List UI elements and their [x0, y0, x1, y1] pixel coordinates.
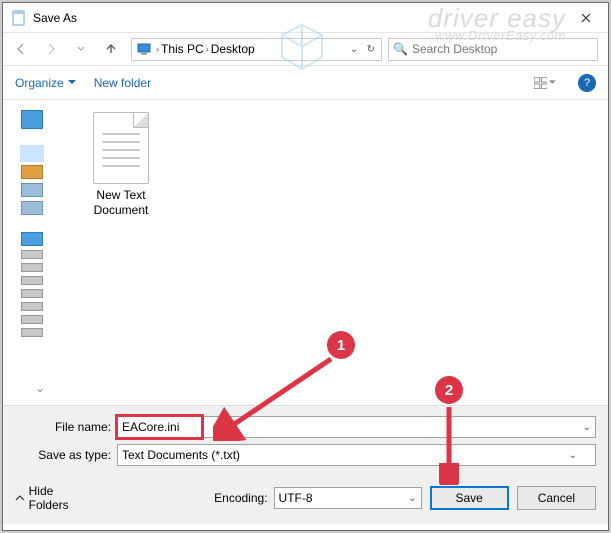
back-button[interactable] [7, 37, 35, 61]
caret-down-icon [549, 80, 556, 85]
sidebar-item[interactable] [21, 276, 43, 285]
sidebar-item[interactable] [21, 201, 43, 215]
sidebar[interactable]: ⌄ [3, 100, 58, 405]
organize-menu[interactable]: Organize [15, 76, 76, 90]
navbar: › This PC › Desktop ⌄ ↻ 🔍 Search Desktop [3, 33, 608, 66]
chevron-up-icon [15, 494, 25, 502]
search-icon: 🔍 [393, 42, 408, 56]
sidebar-item[interactable] [21, 250, 43, 259]
view-icon [534, 77, 547, 89]
close-button[interactable] [564, 3, 608, 33]
forward-button[interactable] [37, 37, 65, 61]
chevron-right-icon: › [206, 44, 209, 54]
save-button[interactable]: Save [430, 486, 509, 510]
breadcrumb[interactable]: › This PC › Desktop ⌄ ↻ [131, 38, 382, 61]
cancel-button[interactable]: Cancel [517, 486, 596, 510]
sidebar-item[interactable] [21, 289, 43, 298]
close-icon [581, 13, 591, 23]
encoding-label: Encoding: [214, 491, 267, 505]
encoding-select[interactable]: UTF-8 ⌄ [274, 487, 422, 509]
help-button[interactable]: ? [578, 74, 596, 92]
breadcrumb-dropdown[interactable]: ⌄ ↻ [350, 44, 379, 55]
bottom-bar: Hide Folders Encoding: UTF-8 ⌄ Save Canc… [3, 478, 608, 524]
sidebar-item[interactable] [21, 232, 43, 246]
arrow-up-icon [104, 42, 118, 56]
file-name: New Text Document [84, 188, 158, 218]
sidebar-item[interactable] [21, 328, 43, 337]
chevron-down-icon: ⌄ [408, 493, 416, 504]
text-file-icon [93, 112, 149, 184]
sidebar-item[interactable] [21, 315, 43, 324]
filename-label: File name: [15, 420, 117, 434]
up-button[interactable] [97, 37, 125, 61]
type-label: Save as type: [15, 448, 117, 462]
sidebar-item[interactable] [21, 165, 43, 179]
titlebar: Save As [3, 3, 608, 33]
filename-input[interactable] [117, 416, 202, 438]
toolbar: Organize New folder ? [3, 66, 608, 100]
view-options[interactable] [534, 72, 556, 94]
sidebar-item[interactable] [21, 110, 43, 129]
breadcrumb-segment[interactable]: This PC [161, 42, 204, 56]
caret-down-icon [68, 80, 76, 85]
file-list[interactable]: New Text Document [58, 100, 608, 405]
main-area: ⌄ New Text Document [3, 100, 608, 405]
hide-folders-button[interactable]: Hide Folders [15, 484, 94, 512]
sidebar-item[interactable] [21, 183, 43, 197]
breadcrumb-segment[interactable]: Desktop [211, 42, 255, 56]
new-folder-button[interactable]: New folder [94, 76, 151, 90]
sidebar-item[interactable] [21, 302, 43, 311]
chevron-down-icon [77, 46, 85, 52]
save-as-dialog: Save As › This PC › Desktop ⌄ ↻ 🔍 Search… [2, 2, 609, 531]
chevron-right-icon: › [156, 44, 159, 54]
sidebar-scroll-down[interactable]: ⌄ [35, 381, 47, 401]
search-input[interactable]: 🔍 Search Desktop [388, 38, 598, 61]
sidebar-item[interactable] [21, 146, 43, 161]
file-item[interactable]: New Text Document [84, 112, 158, 218]
monitor-icon [136, 41, 152, 57]
annotation-marker-2: 2 [435, 376, 463, 404]
window-title: Save As [33, 11, 564, 25]
arrow-right-icon [44, 42, 58, 56]
chevron-down-icon: ⌄ [569, 450, 577, 461]
notepad-icon [11, 10, 27, 26]
recent-dropdown[interactable] [67, 37, 95, 61]
sidebar-item[interactable] [21, 263, 43, 272]
annotation-marker-1: 1 [327, 331, 355, 359]
search-placeholder: Search Desktop [412, 42, 497, 56]
fields-area: File name: ⌄ Save as type: Text Document… [3, 405, 608, 478]
type-select[interactable]: Text Documents (*.txt) ⌄ [117, 444, 596, 466]
arrow-left-icon [14, 42, 28, 56]
